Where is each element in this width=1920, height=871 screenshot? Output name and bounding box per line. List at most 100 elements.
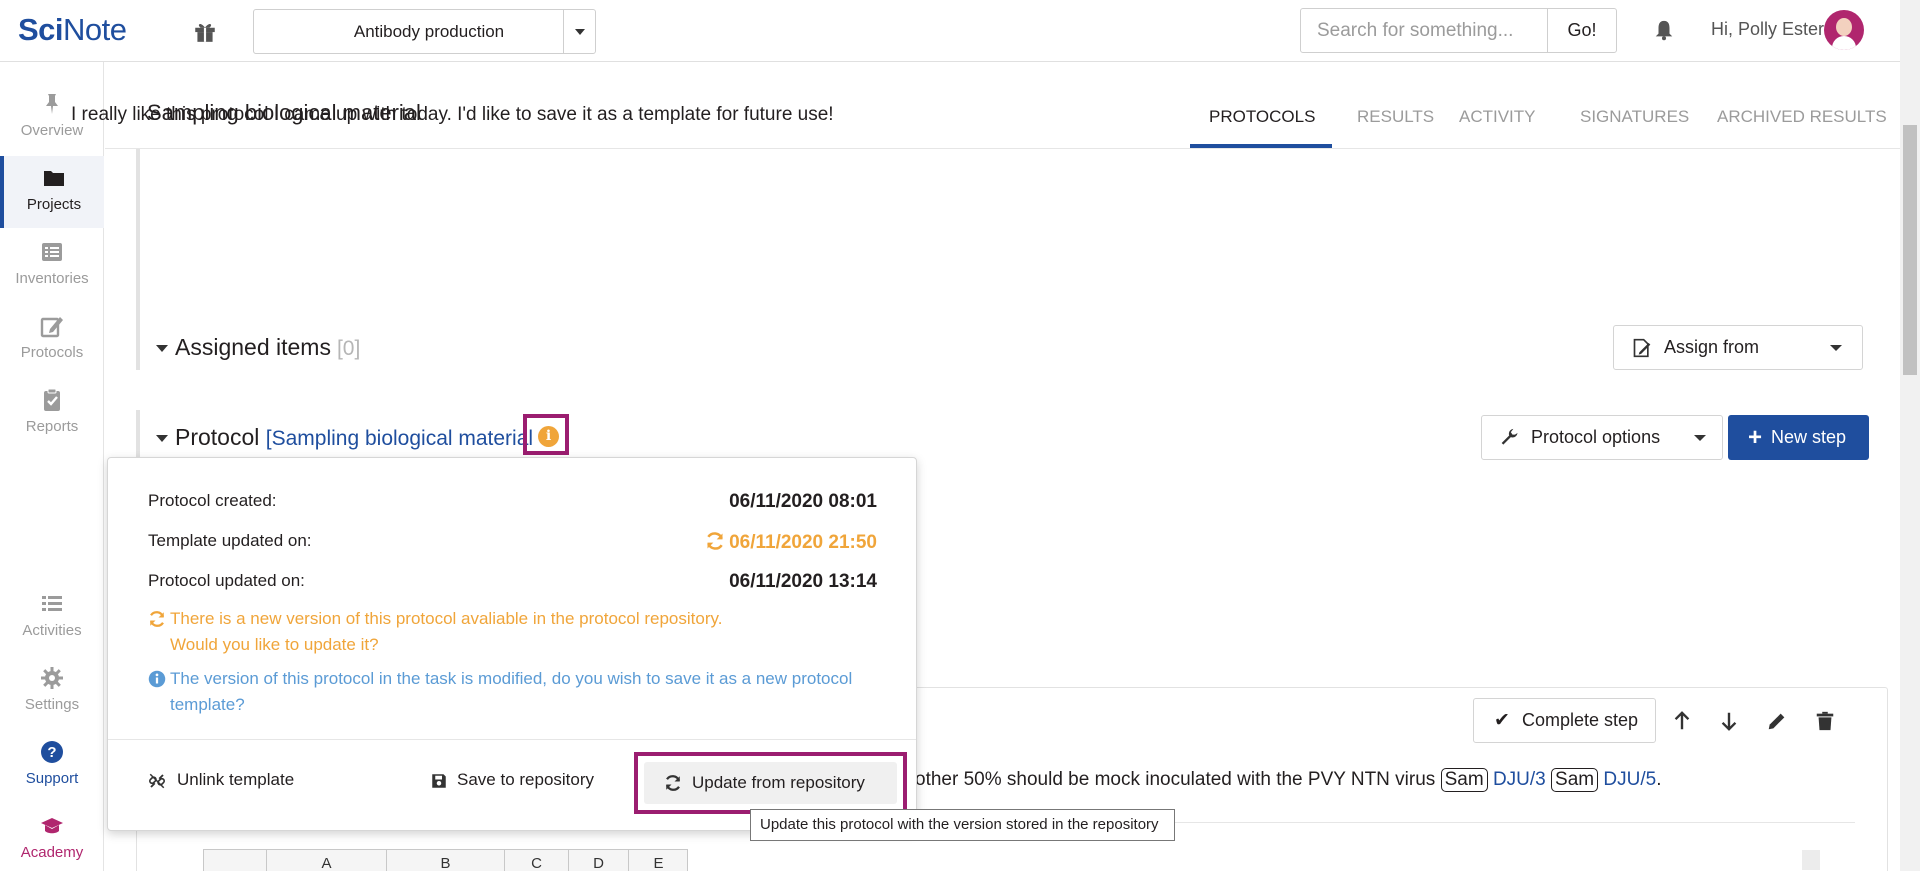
arrow-down-icon[interactable] [1718,710,1740,732]
sidebar-item-label: Protocols [20,344,84,361]
folder-icon [44,171,64,186]
gear-icon [41,667,63,689]
tab-archived-results[interactable]: ARCHIVED RESULTS [1717,87,1887,148]
step-text: other 50% should be mock inoculated with… [915,768,1662,792]
save-icon [432,774,446,788]
update-highlight-box: Update from repository [634,752,907,814]
refresh-icon [665,775,681,791]
help-icon: ? [41,741,63,763]
update-tooltip: Update this protocol with the version st… [750,809,1175,841]
tab-activity[interactable]: ACTIVITY [1459,87,1536,148]
sidebar-item-label: Activities [22,622,82,639]
check-icon: ✔ [1494,710,1510,731]
left-sidebar: Overview Projects Inventories Protocols … [0,62,104,871]
unlink-icon [149,773,165,789]
template-updated-value: 06/11/2020 21:50 [705,531,877,554]
scinote-logo[interactable]: SciNote [18,12,127,48]
protocol-created-value: 06/11/2020 08:01 [729,491,877,512]
trash-icon[interactable] [1814,710,1836,732]
user-greeting[interactable]: Hi, Polly Ester [1711,19,1824,40]
svg-text:?: ? [47,744,56,761]
page-scrollbar[interactable] [1900,0,1920,871]
assigned-items-count: [0] [336,337,361,360]
sheet-column-header[interactable]: B [386,850,504,871]
edit-icon [40,317,63,338]
sheet-column-header[interactable]: A [266,850,386,871]
unlink-template-button[interactable]: Unlink template [148,770,294,790]
pencil-icon[interactable] [1766,710,1788,732]
sheet-scroll-up[interactable] [1802,850,1820,870]
sheet-column-header[interactable]: D [568,850,628,871]
sample-link[interactable]: DJU/3 [1493,769,1546,790]
info-circle-icon [148,670,166,688]
assigned-items-heading: Assigned items [0] [175,334,361,360]
update-from-repository-button[interactable]: Update from repository [644,762,897,804]
search-go-button[interactable]: Go! [1547,8,1617,53]
sidebar-item-label: Support [25,770,79,787]
experiment-select[interactable]: Antibody production [253,9,596,54]
template-updated-label: Template updated on: [148,531,312,550]
save-to-repository-button[interactable]: Save to repository [430,770,594,790]
sidebar-item-support[interactable]: ? Support [0,730,104,802]
sidebar-item-academy[interactable]: Academy [0,804,104,871]
arrow-up-icon[interactable] [1671,710,1693,732]
plus-icon: + [1748,424,1763,451]
sample-tag: Sam [1551,768,1599,792]
sidebar-item-label: Academy [20,844,84,861]
complete-step-button[interactable]: ✔ Complete step [1473,698,1656,743]
tab-signatures[interactable]: SIGNATURES [1580,87,1689,148]
graduation-icon [41,818,63,834]
sidebar-item-label: Projects [26,196,82,213]
sheet-column-header[interactable]: C [504,850,568,871]
tab-protocols[interactable]: PROTOCOLS [1190,87,1332,148]
sample-link[interactable]: DJU/5 [1603,769,1656,790]
protocol-updated-value: 06/11/2020 13:14 [729,571,877,592]
wrench-icon [1501,428,1518,445]
scrollbar-thumb[interactable] [1903,125,1917,375]
top-bar: SciNote Antibody production Search for s… [0,0,1900,62]
sidebar-item-reports[interactable]: Reports [0,378,104,450]
protocol-options-button[interactable]: Protocol options [1481,415,1723,460]
sidebar-item-activities[interactable]: Activities [0,582,104,654]
assign-from-button[interactable]: Assign from [1613,325,1863,370]
refresh-icon [149,611,165,627]
pin-icon [46,94,58,114]
protocol-created-label: Protocol created: [148,491,277,510]
sidebar-item-projects[interactable]: Projects [0,156,104,228]
sample-tag: Sam [1440,768,1488,792]
protocol-updated-label: Protocol updated on: [148,571,305,590]
chevron-down-icon [1694,435,1706,441]
assign-icon [1633,338,1651,358]
sidebar-item-settings[interactable]: Settings [0,656,104,728]
sheet-column-header[interactable]: E [628,850,688,871]
experiment-select-value: Antibody production [353,22,505,41]
bell-icon[interactable] [1653,18,1675,42]
info-icon[interactable]: i [538,426,559,447]
section-bar [136,410,140,458]
sidebar-item-protocols[interactable]: Protocols [0,304,104,376]
sidebar-item-label: Reports [25,418,79,435]
chevron-down-icon[interactable] [563,10,595,53]
new-step-button[interactable]: + New step [1728,415,1869,460]
activities-icon [42,596,62,611]
popover-divider [108,739,916,740]
caret-down-icon[interactable] [156,435,168,442]
clipboard-icon [44,388,60,411]
protocol-template-link[interactable]: [Sampling biological material [266,427,533,450]
protocol-heading: Protocol [Sampling biological material [175,424,534,450]
sidebar-item-label: Inventories [15,270,89,287]
sidebar-item-label: Settings [24,696,80,713]
new-version-message: There is a new version of this protocol … [148,606,722,658]
refresh-icon [707,532,723,550]
modified-message: The version of this protocol in the task… [148,666,852,718]
list-icon [42,243,62,261]
search-input[interactable]: Search for something... [1300,8,1548,53]
caret-down-icon[interactable] [156,345,168,352]
info-highlight-box: i [523,414,569,455]
tab-results[interactable]: RESULTS [1357,87,1434,148]
sidebar-item-inventories[interactable]: Inventories [0,230,104,302]
section-bar [136,322,140,370]
gift-icon[interactable] [192,18,218,44]
avatar[interactable] [1824,10,1864,50]
chevron-down-icon [1830,345,1842,351]
